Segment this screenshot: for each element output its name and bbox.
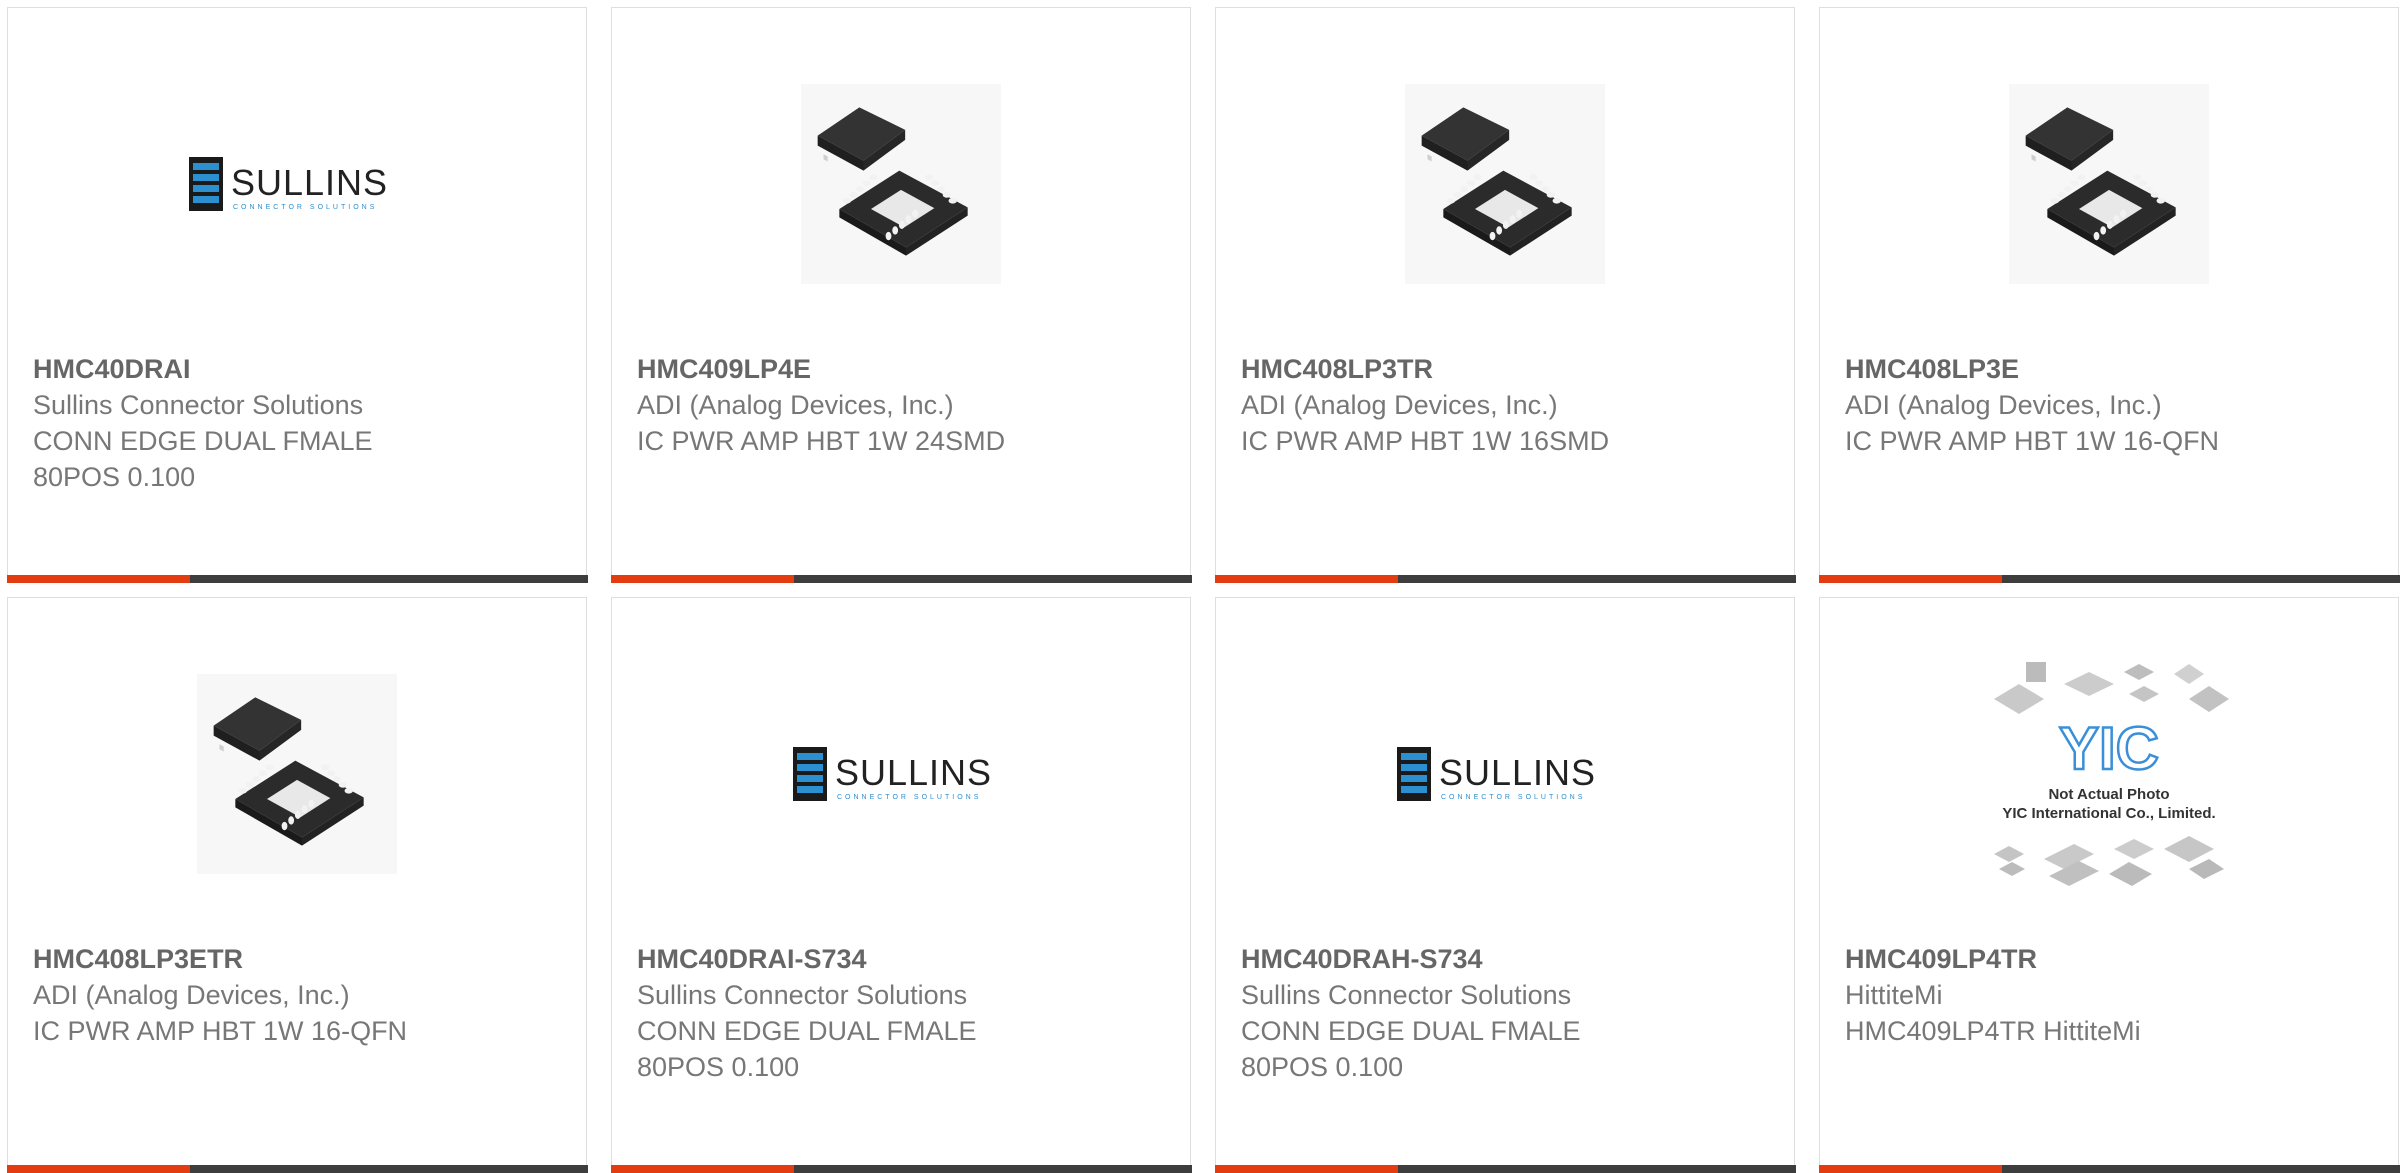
manufacturer-name: Sullins Connector Solutions <box>1241 980 1572 1010</box>
card-accent-bar <box>6 574 190 583</box>
product-description: CONN EDGE DUAL FMALE 80POS 0.100 <box>33 426 373 492</box>
card-accent-bar <box>1818 574 2002 583</box>
part-number-link[interactable]: HMC40DRAI-S734 <box>637 941 1170 977</box>
product-description: CONN EDGE DUAL FMALE 80POS 0.100 <box>637 1016 977 1082</box>
product-card[interactable]: HMC408LP3E ADI (Analog Devices, Inc.) IC… <box>1818 7 2400 583</box>
product-info: HMC40DRAI-S734 Sullins Connector Solutio… <box>637 941 1170 1085</box>
product-card[interactable]: HMC408LP3ETR ADI (Analog Devices, Inc.) … <box>6 597 588 1173</box>
card-bottom-bar <box>610 574 1192 583</box>
product-card[interactable]: SULLINS CONNECTOR SOLUTIONS HMC40DRAI-S7… <box>610 597 1192 1173</box>
svg-text:SULLINS: SULLINS <box>1439 752 1596 793</box>
product-image[interactable]: SULLINS CONNECTOR SOLUTIONS <box>8 68 586 300</box>
manufacturer-name: ADI (Analog Devices, Inc.) <box>1845 390 2162 420</box>
product-info: HMC408LP3ETR ADI (Analog Devices, Inc.) … <box>33 941 566 1049</box>
card-bottom-bar <box>1214 1164 1796 1173</box>
product-description: HMC409LP4TR HittiteMi <box>1845 1016 2141 1046</box>
chip-illustration <box>2009 84 2209 284</box>
product-description: IC PWR AMP HBT 1W 16SMD <box>1241 426 1610 456</box>
product-image[interactable]: SULLINS CONNECTOR SOLUTIONS <box>612 658 1190 890</box>
product-image[interactable] <box>1216 68 1794 300</box>
product-info: HMC40DRAH-S734 Sullins Connector Solutio… <box>1241 941 1774 1085</box>
card-bottom-bar <box>1214 574 1796 583</box>
part-number-link[interactable]: HMC409LP4E <box>637 351 1170 387</box>
part-number-link[interactable]: HMC408LP3E <box>1845 351 2378 387</box>
manufacturer-name: ADI (Analog Devices, Inc.) <box>1241 390 1558 420</box>
card-accent-bar <box>1214 1164 1398 1173</box>
product-description: IC PWR AMP HBT 1W 24SMD <box>637 426 1006 456</box>
product-image[interactable] <box>8 658 586 890</box>
svg-text:CONNECTOR SOLUTIONS: CONNECTOR SOLUTIONS <box>1441 794 1585 801</box>
product-description: IC PWR AMP HBT 1W 16-QFN <box>1845 426 2220 456</box>
manufacturer-name: ADI (Analog Devices, Inc.) <box>33 980 350 1010</box>
card-bottom-bar <box>610 1164 1192 1173</box>
card-accent-bar <box>610 1164 794 1173</box>
card-accent-bar <box>610 574 794 583</box>
card-bottom-bar <box>6 1164 588 1173</box>
product-description: CONN EDGE DUAL FMALE 80POS 0.100 <box>1241 1016 1581 1082</box>
svg-text:Not Actual Photo: Not Actual Photo <box>2048 786 2169 803</box>
manufacturer-name: ADI (Analog Devices, Inc.) <box>637 390 954 420</box>
product-info: HMC409LP4E ADI (Analog Devices, Inc.) IC… <box>637 351 1170 459</box>
svg-text:YIC International Co., Limited: YIC International Co., Limited. <box>2002 805 2215 822</box>
product-info: HMC409LP4TR HittiteMi HMC409LP4TR Hittit… <box>1845 941 2378 1049</box>
product-card[interactable]: SULLINS CONNECTOR SOLUTIONS HMC40DRAI Su… <box>6 7 588 583</box>
part-number-link[interactable]: HMC40DRAH-S734 <box>1241 941 1774 977</box>
chip-illustration <box>197 674 397 874</box>
chip-illustration <box>1405 84 1605 284</box>
part-number-link[interactable]: HMC408LP3ETR <box>33 941 566 977</box>
part-number-link[interactable]: HMC408LP3TR <box>1241 351 1774 387</box>
svg-text:CONNECTOR SOLUTIONS: CONNECTOR SOLUTIONS <box>837 794 981 801</box>
product-card[interactable]: HMC408LP3TR ADI (Analog Devices, Inc.) I… <box>1214 7 1796 583</box>
svg-text:YIC: YIC <box>2059 715 2159 782</box>
sullins-logo-icon: SULLINS CONNECTOR SOLUTIONS <box>1397 747 1596 801</box>
manufacturer-name: Sullins Connector Solutions <box>33 390 364 420</box>
svg-text:SULLINS: SULLINS <box>835 752 992 793</box>
product-info: HMC408LP3TR ADI (Analog Devices, Inc.) I… <box>1241 351 1774 459</box>
manufacturer-name: Sullins Connector Solutions <box>637 980 968 1010</box>
card-accent-bar <box>1214 574 1398 583</box>
part-number-link[interactable]: HMC409LP4TR <box>1845 941 2378 977</box>
product-info: HMC408LP3E ADI (Analog Devices, Inc.) IC… <box>1845 351 2378 459</box>
manufacturer-name: HittiteMi <box>1845 980 1943 1010</box>
card-bottom-bar <box>1818 574 2400 583</box>
sullins-logo-icon: SULLINS CONNECTOR SOLUTIONS <box>189 157 388 211</box>
part-number-link[interactable]: HMC40DRAI <box>33 351 566 387</box>
product-card[interactable]: HMC409LP4E ADI (Analog Devices, Inc.) IC… <box>610 7 1192 583</box>
card-accent-bar <box>6 1164 190 1173</box>
svg-text:CONNECTOR SOLUTIONS: CONNECTOR SOLUTIONS <box>233 204 377 211</box>
chip-illustration <box>801 84 1001 284</box>
card-bottom-bar <box>6 574 588 583</box>
product-image[interactable] <box>612 68 1190 300</box>
not-actual-photo-placeholder: YIC Not Actual Photo YIC International C… <box>1994 662 2229 886</box>
product-image[interactable]: SULLINS CONNECTOR SOLUTIONS <box>1216 658 1794 890</box>
product-image[interactable] <box>1820 68 2398 300</box>
product-info: HMC40DRAI Sullins Connector Solutions CO… <box>33 351 566 495</box>
svg-text:SULLINS: SULLINS <box>231 162 388 203</box>
product-image[interactable]: YIC Not Actual Photo YIC International C… <box>1820 658 2398 890</box>
product-description: IC PWR AMP HBT 1W 16-QFN <box>33 1016 408 1046</box>
product-card[interactable]: YIC Not Actual Photo YIC International C… <box>1818 597 2400 1173</box>
card-bottom-bar <box>1818 1164 2400 1173</box>
sullins-logo-icon: SULLINS CONNECTOR SOLUTIONS <box>793 747 992 801</box>
product-card[interactable]: SULLINS CONNECTOR SOLUTIONS HMC40DRAH-S7… <box>1214 597 1796 1173</box>
card-accent-bar <box>1818 1164 2002 1173</box>
